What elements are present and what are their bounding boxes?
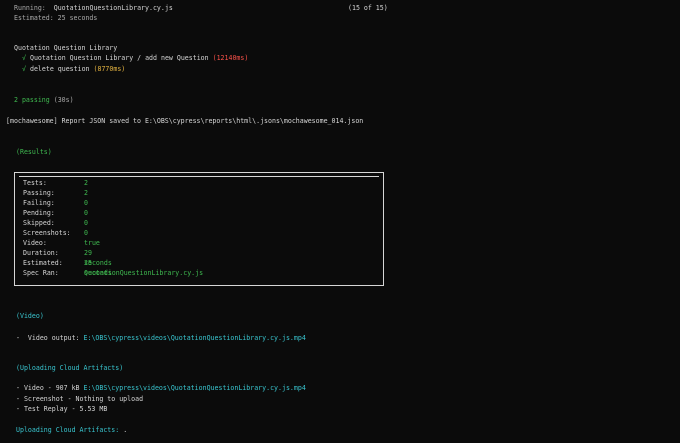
video-output-line: - Video output: E:\OBS\cypress\videos\Qu… [16, 333, 306, 343]
result-key: Pending: [23, 209, 55, 217]
result-value: QuotationQuestionLibrary.cy.js [84, 269, 204, 277]
running-label: Running: [14, 4, 46, 12]
running-file: QuotationQuestionLibrary.cy.js [53, 4, 173, 12]
suite-title: Quotation Question Library [14, 44, 118, 52]
test-duration: (8770ms) [93, 65, 126, 73]
pass-check-icon: √ [22, 54, 26, 62]
result-value: 0 [84, 229, 88, 237]
upload-status-label: Uploading Cloud Artifacts: [16, 426, 120, 434]
video-output-label: - Video output: [16, 334, 84, 342]
upload-line-text: - Video - 907 kB [16, 384, 84, 392]
passing-time: (30s) [53, 96, 74, 104]
test-name: delete question [29, 65, 90, 73]
test-row: √ delete question (8770ms) [22, 64, 125, 74]
result-key: Estimated: [23, 259, 63, 267]
estimated-time: Estimated: 25 seconds [14, 14, 98, 22]
test-duration: (12140ms) [212, 54, 249, 62]
running-line: Running: QuotationQuestionLibrary.cy.js [14, 3, 173, 13]
result-value: 2 [84, 179, 88, 187]
upload-status: Uploading Cloud Artifacts: . [16, 425, 127, 435]
upload-line-text: - Screenshot - Nothing to upload [16, 395, 144, 403]
result-key: Duration: [23, 249, 59, 257]
terminal-window[interactable]: Running: QuotationQuestionLibrary.cy.js … [0, 0, 680, 443]
results-heading: (Results) [16, 148, 52, 156]
video-heading: (Video) [16, 312, 44, 320]
upload-heading: (Uploading Cloud Artifacts) [16, 364, 124, 372]
results-table: Tests: 2 Passing: 2 Failing: 0 Pending: 0 Sk… [14, 172, 384, 286]
result-key: Failing: [23, 199, 55, 207]
passing-summary: 2 passing (30s) [14, 95, 74, 105]
progress-indicator: (15 of 15) [348, 4, 388, 12]
upload-line-text: - Test Replay - 5.53 MB [16, 405, 108, 413]
result-value: 0 [84, 199, 88, 207]
passing-count: 2 passing [14, 96, 50, 104]
result-value: 0 [84, 209, 88, 217]
mochawesome-line: [mochawesome] Report JSON saved to E:\OB… [6, 117, 364, 125]
result-key: Spec Ran: [23, 269, 59, 277]
result-key: Passing: [23, 189, 55, 197]
result-key: Screenshots: [23, 229, 71, 237]
result-key: Video: [23, 239, 47, 247]
upload-line-path[interactable]: E:\OBS\cypress\videos\QuotationQuestionL… [84, 384, 306, 392]
result-value: true [84, 239, 100, 247]
upload-line: - Video - 907 kB E:\OBS\cypress\videos\Q… [16, 383, 306, 393]
upload-line: - Test Replay - 5.53 MB [16, 404, 107, 414]
result-value: 0 [84, 219, 88, 227]
result-value: 2 [84, 189, 88, 197]
video-output-path[interactable]: E:\OBS\cypress\videos\QuotationQuestionL… [84, 334, 306, 342]
pass-check-icon: √ [22, 65, 26, 73]
test-row: √ Quotation Question Library / add new Q… [22, 53, 248, 63]
test-name: Quotation Question Library / add new Que… [29, 54, 209, 62]
result-key: Tests: [23, 179, 47, 187]
upload-status-dots: . [119, 426, 128, 434]
result-key: Skipped: [23, 219, 55, 227]
upload-line: - Screenshot - Nothing to upload [16, 394, 143, 404]
results-table-top-border [19, 176, 379, 177]
